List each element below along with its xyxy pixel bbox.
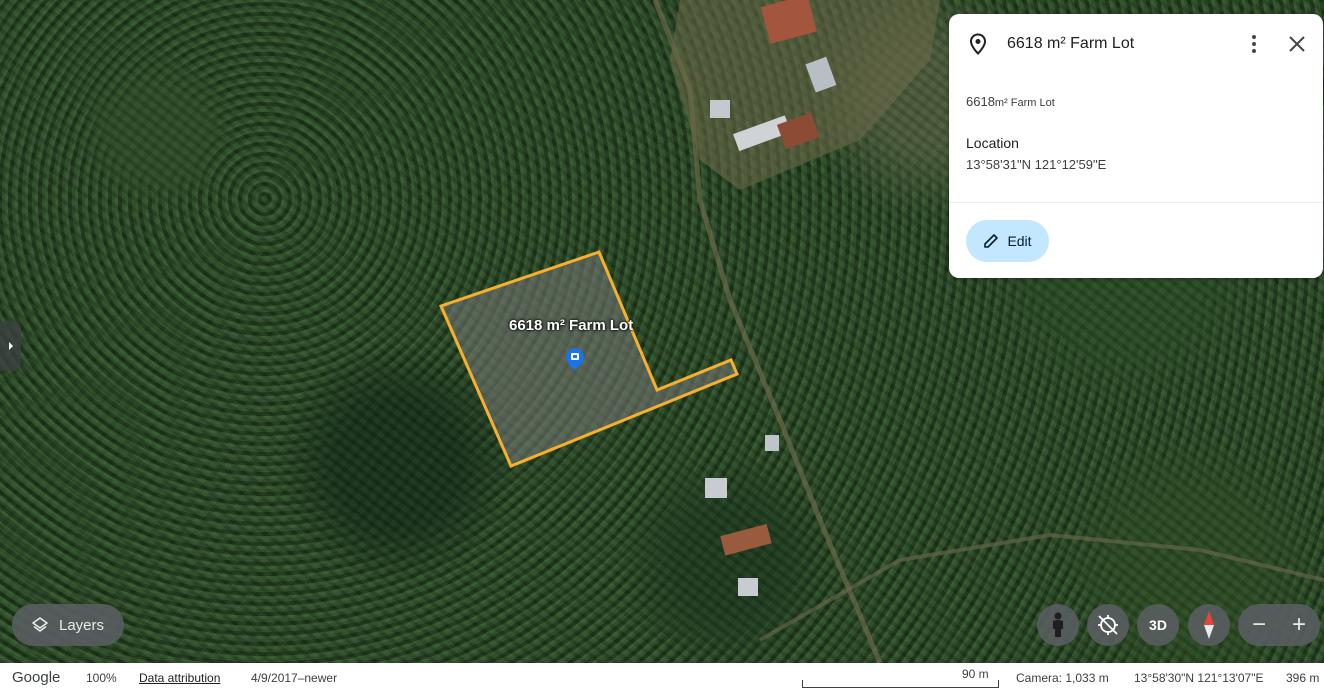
tilt-toggle-button[interactable]	[1087, 604, 1129, 646]
zoom-level: 100%	[86, 671, 117, 685]
status-bar: Google 100% Data attribution 4/9/2017–ne…	[0, 663, 1324, 693]
house-roof	[765, 435, 779, 451]
compass-icon	[1204, 611, 1214, 639]
cursor-coordinates: 13°58'30"N 121°13'07"E	[1134, 671, 1264, 685]
camera-altitude: Camera: 1,033 m	[1016, 671, 1109, 685]
feature-info-panel: 6618 m² Farm Lot 6618m² Farm Lot Locatio…	[949, 14, 1323, 278]
close-icon[interactable]	[1287, 34, 1307, 54]
zoom-out-button[interactable]: −	[1246, 612, 1272, 638]
parcel-marker-icon[interactable]	[566, 348, 584, 370]
3d-label: 3D	[1149, 617, 1167, 633]
scale-bar	[802, 680, 999, 688]
google-logo: Google	[12, 669, 61, 686]
zoom-in-button[interactable]: +	[1286, 612, 1312, 638]
description-text: m² Farm Lot	[994, 97, 1055, 109]
parcel-label: 6618 m² Farm Lot	[509, 317, 634, 334]
elevation: 396 m	[1286, 671, 1320, 685]
panel-header: 6618 m² Farm Lot	[949, 14, 1323, 72]
more-options-icon[interactable]	[1245, 32, 1263, 56]
data-attribution-link[interactable]: Data attribution	[139, 671, 220, 685]
3d-toggle-button[interactable]: 3D	[1137, 604, 1179, 646]
chevron-right-icon	[8, 342, 13, 350]
zoom-controls: − +	[1238, 604, 1320, 646]
layers-icon	[32, 617, 48, 632]
house-roof	[738, 578, 758, 596]
edit-button-label: Edit	[1007, 233, 1032, 249]
layers-button[interactable]: Layers	[12, 604, 124, 646]
expand-sidebar-button[interactable]	[0, 321, 21, 371]
house-roof	[705, 478, 727, 498]
street-view-button[interactable]	[1037, 604, 1079, 646]
pegman-icon	[1053, 612, 1063, 637]
house-roof	[710, 100, 730, 118]
compass-button[interactable]	[1188, 604, 1230, 646]
house-roof	[720, 523, 772, 556]
location-label: Location	[966, 135, 1019, 151]
description-area: 6618	[966, 94, 995, 109]
panel-title: 6618 m² Farm Lot	[1007, 35, 1135, 52]
location-coordinates: 13°58'31"N 121°12'59"E	[966, 157, 1107, 172]
location-pin-icon	[969, 33, 987, 55]
edit-button[interactable]: Edit	[966, 220, 1049, 262]
imagery-date: 4/9/2017–newer	[251, 671, 338, 685]
farm-lot-polygon[interactable]	[438, 250, 739, 468]
no-tilt-icon	[1098, 615, 1118, 635]
divider	[949, 202, 1323, 203]
layers-label: Layers	[59, 616, 105, 634]
feature-description: 6618m² Farm Lot	[966, 94, 1055, 109]
scale-label: 90 m	[962, 667, 989, 681]
pencil-icon	[984, 234, 999, 248]
